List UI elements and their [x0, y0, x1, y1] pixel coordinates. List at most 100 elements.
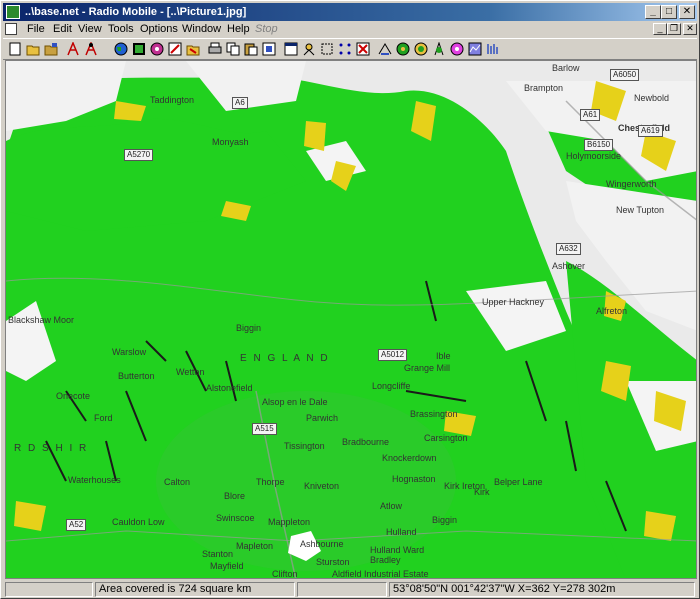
map-label-clifton: Clifton	[272, 569, 298, 579]
copy-icon[interactable]	[225, 41, 241, 57]
open-icon[interactable]	[25, 41, 41, 57]
mdi-restore-button[interactable]: ❐	[667, 23, 681, 35]
document-icon[interactable]	[5, 23, 17, 35]
coverage-map[interactable]: Barlow Newbold Chesterfield Brampton Hol…	[5, 60, 697, 579]
map-label-knockerdown: Knockerdown	[382, 453, 437, 463]
map-label-calton: Calton	[164, 477, 191, 487]
road-a6050: A6050	[610, 69, 640, 81]
window-title: ..\base.net - Radio Mobile - [..\Picture…	[25, 6, 247, 18]
map-label-kniveton: Kniveton	[304, 481, 340, 491]
close-button[interactable]: ✕	[679, 5, 695, 19]
map-label-brassington: Brassington	[410, 409, 458, 419]
map-label-blackshaw-moor: Blackshaw Moor	[8, 315, 75, 325]
spectrum-icon[interactable]	[467, 41, 483, 57]
map-label-holymoorside: Holymoorside	[566, 151, 622, 161]
mdi-minimize-button[interactable]: _	[653, 23, 667, 35]
map-label-alfreton: Alfreton	[596, 306, 628, 316]
menu-options[interactable]: Options	[140, 23, 178, 35]
status-panel-blank	[297, 582, 387, 597]
world-icon[interactable]	[113, 41, 129, 57]
combined-icon[interactable]	[431, 41, 447, 57]
map-label-mapleton: Mapleton	[236, 541, 274, 551]
map-label-alstonefield: Alstonefield	[206, 383, 253, 393]
map-label-mappleton: Mappleton	[268, 517, 311, 527]
select-icon[interactable]	[319, 41, 335, 57]
map-label-ible: Ible	[436, 351, 451, 361]
road-a5270: A5270	[124, 149, 154, 161]
erase-icon[interactable]	[355, 41, 371, 57]
app-window: ..\base.net - Radio Mobile - [..\Picture…	[0, 0, 700, 599]
merge-icon[interactable]	[167, 41, 183, 57]
resize-icon[interactable]	[261, 41, 277, 57]
fit-icon[interactable]	[301, 41, 317, 57]
coverage-icon[interactable]	[395, 41, 411, 57]
map-label-longcliffe: Longcliffe	[372, 381, 411, 391]
status-bar: Area covered is 724 square km 53°08'50"N…	[3, 581, 697, 598]
sdi-icon[interactable]	[185, 41, 201, 57]
map-label-stanton: Stanton	[202, 549, 234, 559]
minimize-button[interactable]: _	[645, 5, 661, 19]
points-icon[interactable]	[337, 41, 353, 57]
polar-icon[interactable]	[413, 41, 429, 57]
map-label-cauldon-low: Cauldon Low	[112, 517, 165, 527]
road-a52: A52	[66, 519, 87, 531]
print-icon[interactable]	[207, 41, 223, 57]
window-icon[interactable]	[283, 41, 299, 57]
maximize-button[interactable]: □	[661, 5, 677, 19]
paste-icon[interactable]	[243, 41, 259, 57]
menu-bar: File Edit View Tools Options Window Help…	[3, 22, 697, 37]
title-bar[interactable]: ..\base.net - Radio Mobile - [..\Picture…	[3, 3, 697, 21]
menu-edit[interactable]: Edit	[53, 23, 72, 35]
map-label-blore: Blore	[224, 491, 246, 501]
map-label-hulland: Hulland	[386, 527, 417, 537]
map-label-ashbourne: Ashbourne	[300, 539, 344, 549]
picture-icon[interactable]	[149, 41, 165, 57]
antenna-icon[interactable]	[485, 41, 501, 57]
elevation-icon[interactable]	[131, 41, 147, 57]
map-label-new-tupton: New Tupton	[616, 205, 665, 215]
map-label-brampton: Brampton	[524, 83, 564, 93]
toolbar	[3, 38, 697, 60]
map-label-hognaston: Hognaston	[392, 474, 436, 484]
unit-properties-icon[interactable]	[83, 41, 99, 57]
map-label-hulland-ward: Hulland Ward	[370, 545, 425, 555]
map-label-england: E N G L A N D	[240, 353, 330, 364]
radio-mobile-icon[interactable]	[6, 5, 20, 19]
map-label-tissington: Tissington	[284, 441, 325, 451]
map-label-monyash: Monyash	[212, 137, 249, 147]
map-label-wetton: Wetton	[176, 367, 205, 377]
menu-tools[interactable]: Tools	[108, 23, 134, 35]
map-label-ashover: Ashover	[552, 261, 586, 271]
map-label-newbold: Newbold	[634, 93, 670, 103]
map-label-thorpe: Thorpe	[256, 477, 285, 487]
map-label-atlow: Atlow	[380, 501, 403, 511]
save-icon[interactable]	[43, 41, 59, 57]
3d-icon[interactable]	[449, 41, 465, 57]
menu-help[interactable]: Help	[227, 23, 250, 35]
road-b6150: B6150	[584, 139, 614, 151]
menu-window[interactable]: Window	[182, 23, 221, 35]
road-a632: A632	[556, 243, 581, 255]
map-label-kirk: Kirk	[474, 487, 490, 497]
map-label-biggin: Biggin	[236, 323, 262, 333]
map-label-swinscoe: Swinscoe	[216, 513, 255, 523]
menu-view[interactable]: View	[78, 23, 102, 35]
map-label-aldfield: Aldfield Industrial Estate	[332, 569, 429, 579]
map-label-waterhouses: Waterhouses	[68, 475, 121, 485]
map-label-mayfield: Mayfield	[210, 561, 244, 571]
map-label-wingerworth: Wingerworth	[606, 179, 657, 189]
network-properties-icon[interactable]	[65, 41, 81, 57]
new-icon[interactable]	[7, 41, 23, 57]
status-area-covered: Area covered is 724 square km	[95, 582, 295, 597]
map-label-barlow: Barlow	[552, 63, 580, 73]
menu-file[interactable]: File	[27, 23, 45, 35]
radio-link-icon[interactable]	[377, 41, 393, 57]
map-label-parwich: Parwich	[306, 413, 339, 423]
road-a6: A6	[232, 97, 248, 109]
map-label-carsington: Carsington	[424, 433, 468, 443]
map-label-belper-lane: Belper Lane	[494, 477, 543, 487]
mdi-close-button[interactable]: ✕	[683, 23, 697, 35]
map-label-staffordshire: R D S H I R	[14, 443, 89, 454]
map-label-ford: Ford	[94, 413, 113, 423]
road-a515: A515	[252, 423, 277, 435]
